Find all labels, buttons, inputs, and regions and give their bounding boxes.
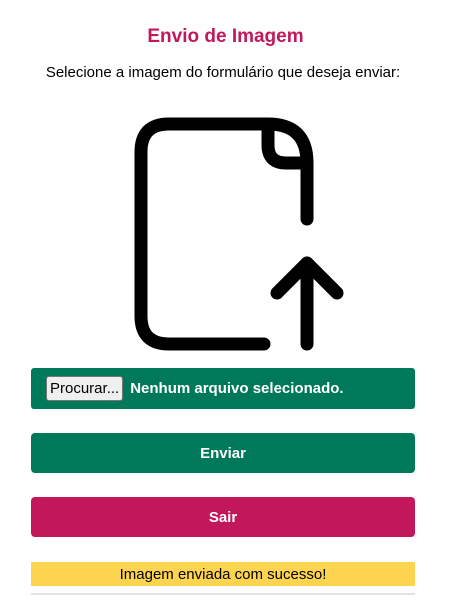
file-upload-icon (134, 117, 344, 351)
browse-button[interactable]: Procurar... (46, 376, 124, 401)
send-button[interactable]: Enviar (31, 433, 415, 473)
success-message: Imagem enviada com sucesso! (31, 562, 415, 586)
file-status-text: Nenhum arquivo selecionado. (130, 380, 344, 397)
instruction-text: Selecione a imagem do formulário que des… (45, 64, 401, 81)
divider (31, 593, 415, 595)
exit-button[interactable]: Sair (31, 497, 415, 537)
file-input[interactable]: Procurar... Nenhum arquivo selecionado. (31, 368, 415, 409)
page-title: Envio de Imagem (147, 26, 304, 47)
